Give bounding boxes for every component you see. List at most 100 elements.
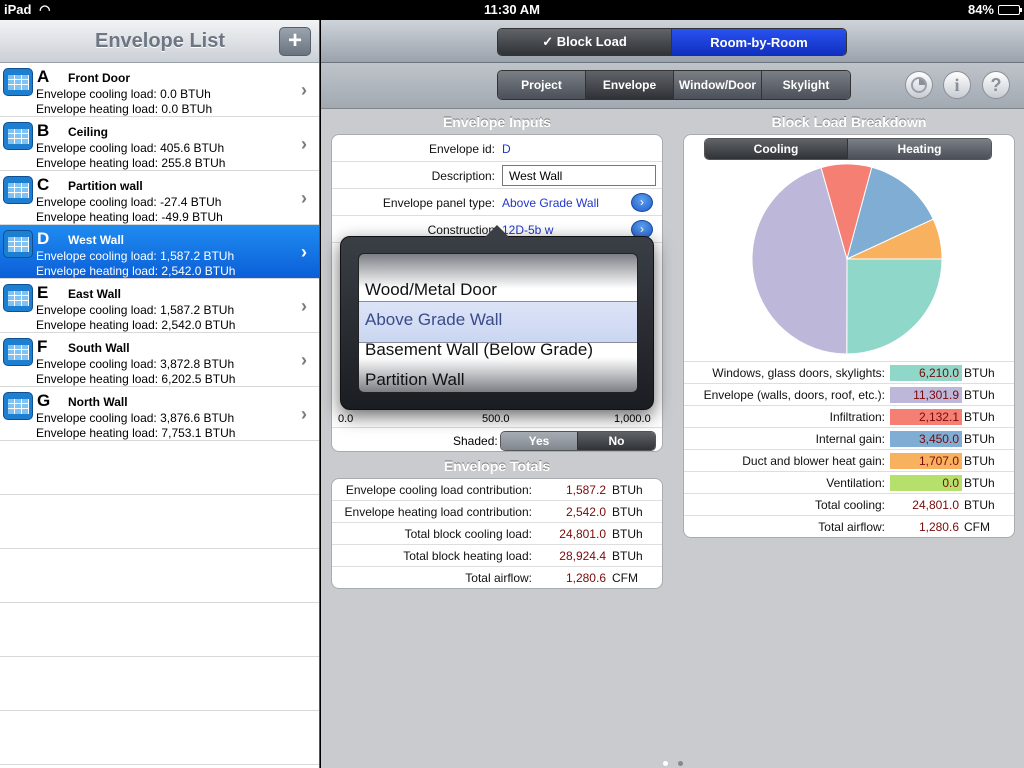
picker-option[interactable]: Wood/Metal Door [365,280,497,300]
breakdown-unit: BTUh [964,366,995,380]
envelope-heating-load: Envelope heating load: 255.8 BTUh [36,156,226,170]
envelope-row-b[interactable]: B Ceiling Envelope cooling load: 405.6 BTU… [0,117,319,171]
envelope-heating-load: Envelope heating load: 2,542.0 BTUh [36,264,236,278]
description-label: Description: [431,169,495,183]
envelope-row-a[interactable]: A Front Door Envelope cooling load: 0.0 BT… [0,63,319,117]
tab-project[interactable]: Project [498,71,586,99]
totals-unit: BTUh [612,483,643,497]
panel-type-label: Envelope panel type: [382,196,495,210]
totals-label: Total airflow: [465,571,532,585]
panel-type-disclosure-icon[interactable]: › [631,193,653,212]
brick-wall-icon [3,176,33,204]
info-button[interactable]: i [943,71,971,99]
brick-pattern [8,129,29,144]
envelope-cooling-load: Envelope cooling load: 1,587.2 BTUh [36,249,235,263]
shaded-no-option[interactable]: No [578,432,655,450]
tab-envelope[interactable]: Envelope [586,71,674,99]
picker-option[interactable]: Basement Wall (Below Grade) [365,340,593,360]
brick-wall-icon [3,68,33,96]
shaded-label: Shaded: [453,434,498,448]
shaded-segmented-control: Yes No [500,431,656,451]
picker-option[interactable]: Above Grade Wall [365,310,502,330]
breakdown-label: Windows, glass doors, skylights: [712,366,885,380]
block-load-tab[interactable]: ✓ Block Load [498,29,672,55]
envelope-row-e[interactable]: E East Wall Envelope cooling load: 1,587.2… [0,279,319,333]
description-field[interactable]: West Wall [502,165,656,186]
breakdown-row: Envelope (walls, doors, roof, etc.): 11,3… [684,384,1014,406]
totals-row: Envelope cooling load contribution: 1,587… [332,479,662,501]
chevron-right-icon: › [301,296,307,316]
envelope-row-g[interactable]: G North Wall Envelope cooling load: 3,876.… [0,387,319,441]
slider-min-label: 0.0 [338,413,354,425]
envelope-letter: D [37,229,50,248]
breakdown-unit: BTUh [964,432,995,446]
add-envelope-button[interactable]: + [279,27,311,56]
slider-mid-label: 500.0 [482,413,510,425]
slider-max-label: 1,000.0 [614,413,651,425]
totals-list: Envelope cooling load contribution: 1,587… [332,479,662,588]
totals-row: Total block heating load: 28,924.4 BTUh [332,545,662,567]
empty-list-area [0,441,319,765]
envelope-cooling-load: Envelope cooling load: 405.6 BTUh [36,141,225,155]
battery-percent: 84% [967,2,994,17]
envelope-inputs-title: Envelope Inputs [442,114,552,130]
popover-arrow [485,225,509,237]
block-load-breakdown-group: Cooling Heating Windows, glass doors, sk… [683,134,1015,538]
shaded-yes-option[interactable]: Yes [501,432,578,450]
breakdown-value: 2,132.1 [918,410,959,424]
panel-type-row[interactable]: Envelope panel type: Above Grade Wall › [332,189,662,216]
envelope-heating-load: Envelope heating load: 7,753.1 BTUh [36,426,236,440]
page-dot[interactable] [678,761,683,766]
envelope-cooling-load: Envelope cooling load: 3,872.8 BTUh [36,357,235,371]
envelope-name: North Wall [68,395,128,409]
totals-label: Total block cooling load: [404,527,532,541]
breakdown-value: 3,450.0 [918,432,959,446]
totals-unit: BTUh [612,505,643,519]
shaded-row: Shaded: Yes No [332,427,662,451]
totals-value: 1,587.2 [565,483,606,497]
breakdown-row: Total airflow: 1,280.6 CFM [684,516,1014,537]
envelope-row-f[interactable]: F South Wall Envelope cooling load: 3,872.… [0,333,319,387]
envelope-name: Ceiling [68,125,109,139]
breakdown-row: Ventilation: 0.0 BTUh [684,472,1014,494]
envelope-cooling-load: Envelope cooling load: 0.0 BTUh [36,87,211,101]
envelope-name: East Wall [68,287,121,301]
envelope-totals-title: Envelope Totals [443,458,551,474]
status-bar: iPad ◠ 11:30 AM 84% [0,0,1024,20]
page-dot-active[interactable] [663,761,668,766]
breakdown-value: 6,210.0 [918,366,959,380]
picker-option[interactable]: Partition Wall [365,370,465,390]
room-by-room-tab[interactable]: Room-by-Room [672,29,846,55]
block-load-breakdown-title: Block Load Breakdown [771,114,927,130]
cooling-option[interactable]: Cooling [705,139,848,159]
empty-row [0,495,319,549]
help-button[interactable]: ? [982,71,1010,99]
panel-type-picker-wheel[interactable]: Wood/Metal Door Above Grade Wall Basement … [358,253,638,393]
tab-window-door[interactable]: Window/Door [674,71,762,99]
heating-option[interactable]: Heating [848,139,991,159]
breakdown-list: Windows, glass doors, skylights: 6,210.0 B… [684,361,1014,537]
tab-skylight[interactable]: Skylight [762,71,850,99]
envelope-row-c[interactable]: C Partition wall Envelope cooling load: -2… [0,171,319,225]
envelope-heating-load: Envelope heating load: 2,542.0 BTUh [36,318,236,332]
totals-row: Total airflow: 1,280.6 CFM [332,567,662,588]
empty-row [0,711,319,765]
breakdown-unit: BTUh [964,498,995,512]
envelope-list-panel: Envelope List + A Front Door Envelope cool… [0,20,320,768]
pie-chart-button[interactable] [905,71,933,99]
pie-slice-0 [846,258,943,355]
envelope-id-value: D [502,142,511,156]
brick-wall-icon [3,122,33,150]
totals-label: Envelope heating load contribution: [344,505,532,519]
chevron-right-icon: › [301,80,307,100]
chevron-right-icon: › [301,134,307,154]
totals-value: 1,280.6 [565,571,606,585]
envelope-row-d[interactable]: D West Wall Envelope cooling load: 1,587.2… [0,225,319,279]
envelope-letter: F [37,337,48,356]
envelope-list-header: Envelope List + [0,20,319,63]
breakdown-row: Total cooling: 24,801.0 BTUh [684,494,1014,516]
envelope-heating-load: Envelope heating load: 0.0 BTUh [36,102,213,116]
totals-unit: BTUh [612,527,643,541]
envelope-totals-group: Envelope cooling load contribution: 1,587… [331,478,663,589]
envelope-id-label: Envelope id: [428,142,495,156]
